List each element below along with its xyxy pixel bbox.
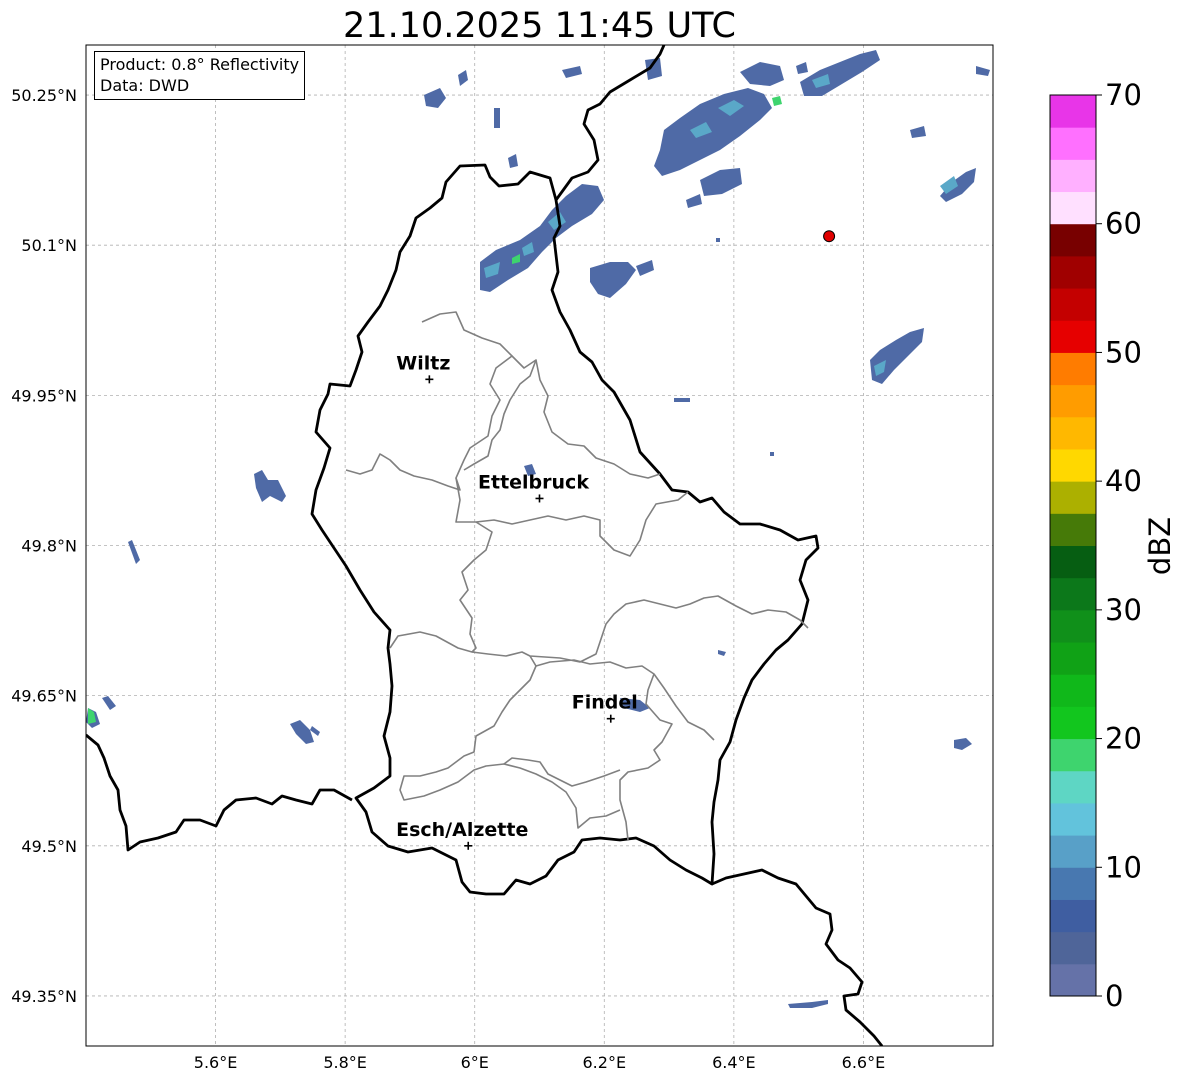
data-source-label: Data: DWD [100, 76, 190, 95]
lon-tick-label: 6.2°E [583, 1053, 627, 1072]
colorbar-segment [1050, 384, 1096, 418]
lon-tick-label: 5.8°E [323, 1053, 367, 1072]
colorbar-segment [1050, 513, 1096, 546]
colorbar-segment [1050, 127, 1096, 160]
product-info-box: Product: 0.8° Reflectivity Data: DWD [94, 51, 306, 100]
colorbar-segment [1050, 288, 1096, 321]
colorbar-segment [1050, 609, 1096, 643]
colorbar-segment [1050, 642, 1096, 675]
lat-tick-label: 50.1°N [21, 236, 77, 255]
colorbar-tick-label: 40 [1105, 464, 1142, 498]
colorbar-segment [1050, 931, 1096, 965]
colorbar-segment [1050, 577, 1096, 611]
colorbar-tick-label: 70 [1105, 78, 1142, 112]
colorbar-tick-label: 10 [1105, 850, 1142, 884]
colorbar-segment [1050, 867, 1096, 900]
colorbar-tick-label: 50 [1105, 335, 1142, 369]
colorbar-segment [1050, 448, 1096, 482]
colorbar: 0 10 20 30 40 50 60 70 dBZ [1049, 78, 1177, 1013]
lat-tick-label: 49.8°N [21, 537, 77, 556]
colorbar-segment [1050, 223, 1096, 257]
colorbar-segment [1050, 481, 1096, 514]
colorbar-segment [1050, 963, 1096, 997]
colorbar-tick-label: 20 [1105, 722, 1142, 756]
colorbar-tick-label: 0 [1105, 979, 1123, 1013]
lon-tick-label: 6.4°E [712, 1053, 756, 1072]
lat-tick-label: 49.95°N [11, 386, 77, 405]
colorbar-segment [1050, 835, 1096, 868]
colorbar-segment [1050, 706, 1096, 740]
city-label: Findel [572, 692, 638, 714]
colorbar-segment [1050, 545, 1096, 579]
lat-tick-label: 50.25°N [11, 86, 77, 105]
colorbar-tick-label: 60 [1105, 207, 1142, 241]
colorbar-segment [1050, 352, 1096, 386]
product-label: Product: 0.8° Reflectivity [100, 55, 300, 74]
colorbar-segment [1050, 159, 1096, 193]
colorbar-segment [1050, 416, 1096, 450]
city-label: Wiltz [396, 352, 450, 374]
lon-tick-label: 6.6°E [842, 1053, 886, 1072]
colorbar-segment [1050, 899, 1096, 933]
radar-site-marker [823, 230, 836, 243]
colorbar-segment [1050, 738, 1096, 772]
lat-tick-label: 49.35°N [11, 987, 77, 1006]
colorbar-segment [1050, 255, 1096, 289]
lon-tick-label: 5.6°E [194, 1053, 238, 1072]
colorbar-segment [1050, 95, 1096, 128]
city-label: Esch/Alzette [396, 819, 528, 841]
lon-tick-label: 6°E [461, 1053, 489, 1072]
colorbar-segment [1050, 674, 1096, 707]
colorbar-segment [1050, 320, 1096, 353]
colorbar-label: dBZ [1143, 517, 1177, 575]
colorbar-segment [1050, 191, 1096, 225]
lat-tick-label: 49.65°N [11, 687, 77, 706]
colorbar-tick-label: 30 [1105, 593, 1142, 627]
lat-tick-label: 49.5°N [21, 837, 77, 856]
colorbar-segment [1050, 770, 1096, 804]
colorbar-segment [1050, 802, 1096, 836]
radar-map: Wiltz Ettelbruck Findel Esch/Alzette 5.6°E 5… [11, 44, 1177, 1072]
city-label: Ettelbruck [478, 471, 589, 493]
